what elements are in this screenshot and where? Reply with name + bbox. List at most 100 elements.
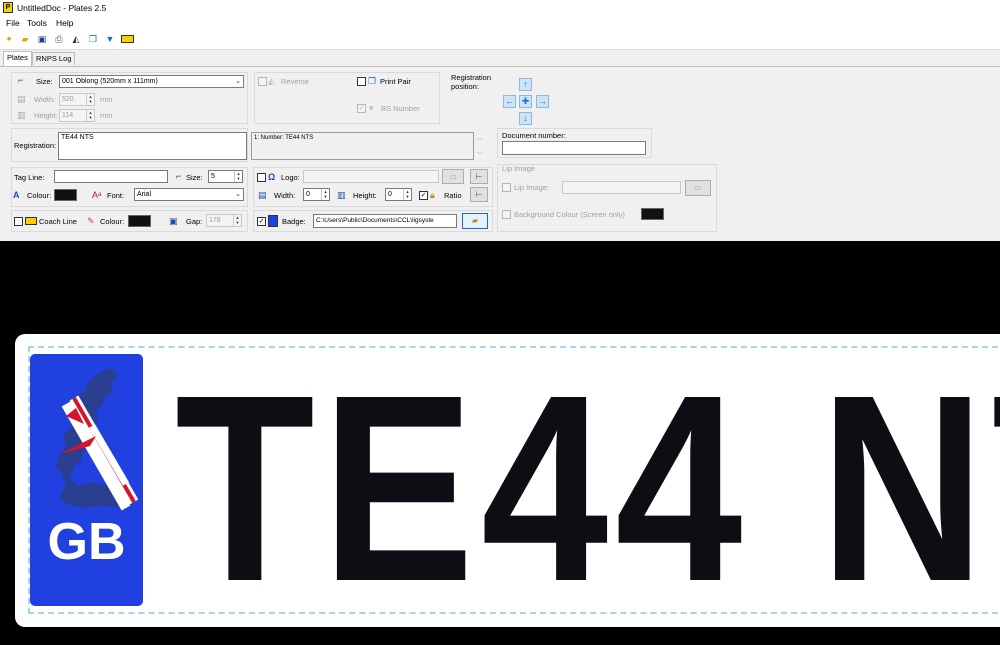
gap-label: Gap: (186, 217, 203, 226)
logo-width-stepper[interactable]: 0 ▲ ▼ (303, 188, 330, 201)
tab-plates[interactable]: Plates (3, 51, 32, 66)
spin-arrows-icon[interactable]: ▲ ▼ (86, 110, 94, 121)
gb-badge-text: GB (47, 513, 126, 571)
gap-icon: ▣ (169, 216, 178, 226)
plate: GB TE44 NTS (15, 334, 1000, 634)
width-stepper[interactable]: 520 ▲ ▼ (59, 93, 95, 106)
lip-image-group-label: Lip Image (502, 164, 535, 173)
width-icon: ▤ (17, 94, 26, 104)
copy-icon[interactable]: ❐ (87, 33, 99, 45)
logo-height-stepper[interactable]: 0 ▲ ▼ (385, 188, 412, 201)
registration-label: Registration: (14, 141, 57, 150)
lip-image-input[interactable] (562, 181, 681, 194)
width-unit: mm (100, 95, 113, 104)
window-title: UntitledDoc - Plates 2.5 (17, 3, 107, 13)
print-pair-checkbox[interactable] (357, 77, 366, 86)
logo-clear-button[interactable]: ⊢ (470, 169, 488, 184)
save-icon[interactable]: ▣ (36, 33, 48, 45)
font-icon: Aᵃ (92, 190, 102, 200)
tagline-label: Tag Line: (14, 173, 45, 182)
logo-path-input[interactable] (303, 170, 439, 183)
chevron-down-icon: ⌄ (235, 191, 241, 198)
coach-line-label: Coach Line (39, 217, 77, 226)
spin-arrows-icon[interactable]: ▲ ▼ (234, 171, 242, 182)
background-colour-swatch[interactable] (641, 208, 664, 220)
print-icon[interactable]: ⎙ (53, 33, 65, 45)
gap-stepper[interactable]: 178 ▲ ▼ (206, 214, 242, 227)
plate-registration-text: TE44 NTS (175, 340, 1000, 637)
mirror-icon[interactable]: ◭ (70, 33, 82, 45)
print-pair-icon: ❐ (368, 76, 377, 86)
spin-arrows-icon[interactable]: ▲ ▼ (86, 94, 94, 105)
background-colour-checkbox[interactable] (502, 210, 511, 219)
registration-summary: 1: Number: TE44 NTS (251, 132, 474, 160)
registration-input[interactable]: TE44 NTS (58, 132, 247, 160)
move-up-button[interactable]: ↑ (519, 78, 532, 91)
move-down-button[interactable]: ↓ (519, 112, 532, 125)
coach-line-checkbox[interactable] (14, 217, 23, 226)
height-stepper[interactable]: 114 ▲ ▼ (59, 109, 95, 122)
reverse-icon: ◭ (268, 76, 275, 86)
tagline-font-label: Font: (107, 191, 125, 200)
ratio-checkbox[interactable]: ✓ (419, 191, 428, 200)
logo-browse-button[interactable]: ▭ (442, 169, 464, 184)
menu-bar: File Tools Help (0, 16, 1000, 30)
bs-number-label: BS Number (381, 104, 420, 113)
coach-line-icon (25, 217, 37, 225)
tab-rnps-log[interactable]: RNPS Log (32, 52, 76, 65)
reverse-checkbox[interactable] (258, 77, 267, 86)
document-number-input[interactable] (502, 141, 646, 155)
tagline-colour-label: Colour: (27, 191, 52, 200)
reverse-label: Reverse (281, 77, 309, 86)
badge-browse-button[interactable]: ▰ (462, 213, 488, 229)
registration-position-label: Registration position: (451, 73, 492, 91)
height-icon: ▥ (17, 110, 26, 120)
spin-arrows-icon[interactable]: ▲ ▼ (233, 215, 241, 226)
tagline-colour-swatch[interactable] (54, 189, 77, 201)
plate-preview: GB TE44 NTS (0, 241, 1000, 645)
menu-file[interactable]: File (6, 18, 20, 28)
document-number-label: Document number: (502, 131, 566, 140)
logo-checkbox[interactable] (257, 173, 266, 182)
width-stepper-value: 520 (62, 96, 74, 103)
chevron-down-icon: ⌄ (235, 78, 241, 85)
badge-label: Badge: (282, 217, 306, 226)
logo-width-value: 0 (306, 191, 310, 198)
open-folder-icon[interactable]: ▰ (19, 33, 31, 45)
spin-arrows-icon[interactable]: ▲ ▼ (321, 189, 329, 200)
bs-number-checkbox[interactable]: ✓ (357, 104, 366, 113)
tagline-size-label: Size: (186, 173, 203, 182)
print-pair-label: Print Pair (380, 77, 411, 86)
new-file-icon[interactable]: ✦ (3, 33, 15, 45)
lip-image-label: Lip Image: (514, 183, 550, 192)
badge-checkbox[interactable]: ✓ (257, 217, 266, 226)
tagline-size-stepper[interactable]: 5 ▲ ▼ (208, 170, 243, 183)
gap-value: 178 (209, 217, 221, 224)
paint-brush-icon: ✎ (87, 216, 95, 226)
logo-height-value: 0 (388, 191, 392, 198)
menu-help[interactable]: Help (56, 18, 73, 28)
lip-image-browse-button[interactable]: ▭ (685, 180, 711, 196)
scroll-up-icon[interactable]: ︿ (477, 133, 483, 142)
move-right-button[interactable]: → (536, 95, 549, 108)
spin-arrows-icon[interactable]: ▲ ▼ (403, 189, 411, 200)
filter-icon[interactable]: ▼ (104, 33, 116, 45)
move-left-button[interactable]: ← (503, 95, 516, 108)
lock-icon: 🔒︎ (430, 190, 435, 200)
lip-image-checkbox[interactable] (502, 183, 511, 192)
plate-icon[interactable] (121, 35, 134, 43)
font-select[interactable]: Arial ⌄ (134, 188, 244, 201)
badge-path-input[interactable]: C:\Users\Public\Documents\CCL\ligsyste (313, 214, 457, 228)
size-select[interactable]: 001 Oblong (520mm x 111mm) ⌄ (59, 75, 244, 88)
height-label: Height: (34, 111, 58, 120)
tagline-input[interactable] (54, 170, 168, 183)
scroll-down-icon[interactable]: ﹀ (477, 150, 483, 159)
lip-image-group (497, 164, 717, 232)
center-button[interactable]: ✚ (519, 95, 532, 108)
logo-align-button[interactable]: ⊢ (470, 187, 488, 202)
coach-colour-swatch[interactable] (128, 215, 151, 227)
tagline-size-value: 5 (211, 173, 215, 180)
omega-icon: Ω (268, 172, 276, 182)
menu-tools[interactable]: Tools (27, 18, 47, 28)
height-unit: mm (100, 111, 113, 120)
